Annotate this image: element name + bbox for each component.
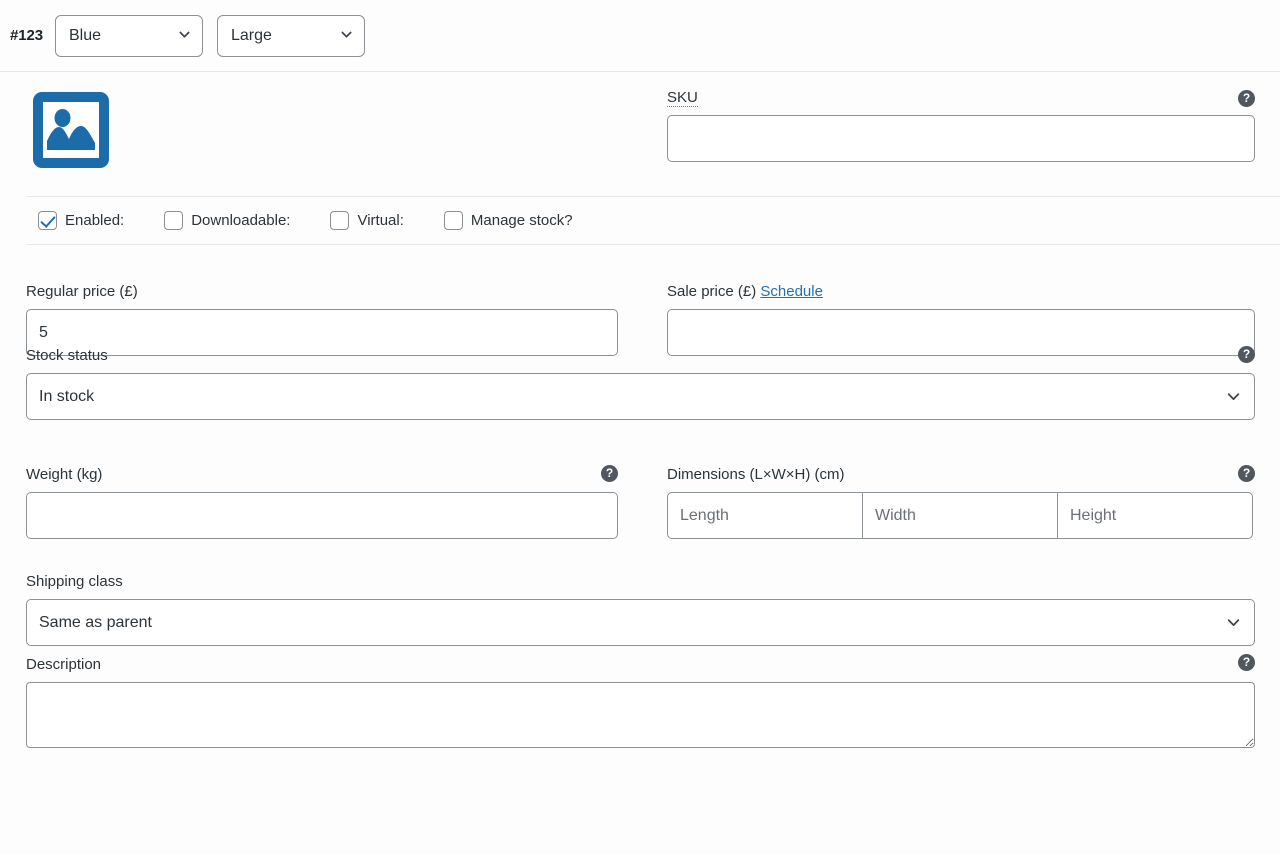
description-textarea[interactable] [26, 682, 1255, 748]
stock-status-help-icon[interactable]: ? [1238, 346, 1255, 363]
sale-price-label: Sale price (£) Schedule [667, 283, 1255, 301]
schedule-sale-link[interactable]: Schedule [760, 283, 823, 300]
description-help-icon[interactable]: ? [1238, 654, 1255, 671]
stock-status-select[interactable]: In stock [26, 373, 1255, 420]
attribute-select-color[interactable]: Blue [54, 14, 203, 57]
weight-input[interactable] [26, 492, 618, 539]
toggle-downloadable-label: Downloadable: [191, 212, 291, 229]
stock-status-group: Stock status In stock ? [26, 346, 1255, 420]
toggle-manage-stock[interactable]: Manage stock? [443, 211, 573, 230]
toggle-enabled[interactable]: Enabled: [38, 211, 124, 230]
description-row: Description ? [0, 652, 1280, 772]
variation-id: #123 [10, 27, 43, 44]
weight-dimensions-row: Weight (kg) ? Dimensions (L×W×H) (cm) ? [0, 444, 1280, 548]
shipping-class-select[interactable]: Same as parent [26, 599, 1255, 646]
stock-status-label: Stock status [26, 347, 108, 364]
sku-label: SKU [667, 89, 1255, 107]
image-sku-row: SKU ? [0, 72, 1280, 196]
description-group: Description ? [26, 654, 1255, 748]
checkbox-downloadable[interactable] [164, 211, 184, 230]
description-label: Description [26, 656, 102, 673]
chevron-down-icon [1227, 616, 1240, 629]
image-placeholder-icon [30, 89, 112, 171]
dimensions-label: Dimensions (L×W×H) (cm) [667, 466, 845, 483]
toggle-virtual-label: Virtual: [357, 212, 404, 229]
variation-header: #123 Blue Large [0, 0, 1280, 72]
weight-label: Weight (kg) [26, 466, 103, 483]
regular-price-label: Regular price (£) [26, 283, 138, 300]
stock-status-value: In stock [39, 387, 95, 405]
variation-image-upload[interactable] [30, 89, 112, 171]
sku-abbr: SKU [667, 89, 698, 107]
weight-group: Weight (kg) ? [26, 465, 618, 539]
sku-field-group: SKU ? [667, 89, 1255, 162]
attribute-select-size-value: Large [230, 26, 272, 44]
product-variation-panel: #123 Blue Large SKU ? Enabled: Downloada… [0, 0, 1280, 854]
dimensions-inputs [667, 492, 1255, 539]
toggle-manage-stock-label: Manage stock? [470, 212, 573, 229]
weight-help-icon[interactable]: ? [601, 465, 618, 482]
shipping-class-group: Shipping class Same as parent [26, 573, 1255, 646]
shipping-class-label: Shipping class [26, 573, 123, 590]
dimension-width-input[interactable] [862, 492, 1058, 539]
pricing-row: Regular price (£) Sale price (£) Schedul… [0, 245, 1280, 356]
chevron-down-icon [341, 29, 352, 40]
attribute-select-size[interactable]: Large [216, 14, 365, 57]
toggle-virtual[interactable]: Virtual: [330, 211, 404, 230]
stock-status-row: Stock status In stock ? [0, 341, 1280, 444]
variation-toggles-row: Enabled: Downloadable: Virtual: Manage s… [26, 196, 1280, 245]
toggle-enabled-label: Enabled: [65, 212, 125, 229]
chevron-down-icon [1227, 390, 1240, 403]
dimensions-help-icon[interactable]: ? [1238, 465, 1255, 482]
checkbox-virtual[interactable] [330, 211, 350, 230]
dimensions-group: Dimensions (L×W×H) (cm) ? [667, 465, 1255, 539]
sale-price-label-text: Sale price (£) [667, 283, 757, 300]
shipping-class-value: Same as parent [39, 613, 152, 631]
attribute-select-color-value: Blue [68, 26, 102, 44]
variation-body: SKU ? Enabled: Downloadable: Virtual: Ma… [0, 72, 1280, 772]
checkbox-enabled[interactable] [38, 211, 57, 230]
sku-input[interactable] [667, 115, 1255, 162]
dimension-height-input[interactable] [1057, 492, 1253, 539]
checkbox-manage-stock[interactable] [443, 211, 463, 230]
dimension-length-input[interactable] [667, 492, 863, 539]
chevron-down-icon [179, 29, 190, 40]
shipping-class-row: Shipping class Same as parent [0, 548, 1280, 652]
sku-help-icon[interactable]: ? [1238, 90, 1255, 107]
toggle-downloadable[interactable]: Downloadable: [164, 211, 290, 230]
